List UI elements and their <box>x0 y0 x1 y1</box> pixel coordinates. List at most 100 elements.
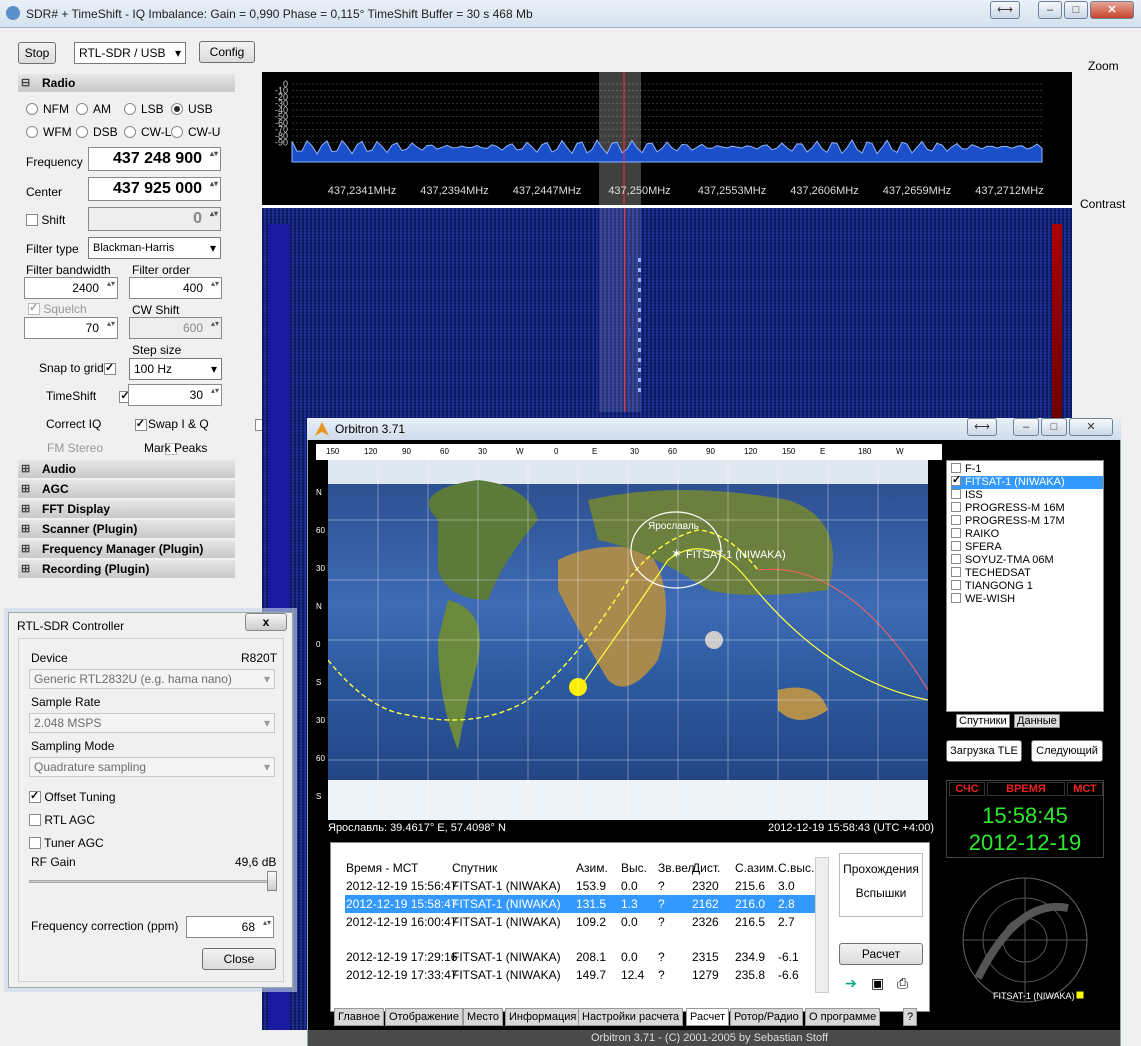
table-row-selected[interactable]: 2012-12-19 15:58:47 FITSAT-1 (NIWAKA) 131.… <box>345 895 815 913</box>
satellite-item[interactable]: WE-WISH <box>951 593 1015 606</box>
tab-about[interactable]: О программе <box>805 1008 881 1026</box>
filter-type-select[interactable]: Blackman-Harris <box>88 237 221 259</box>
filter-bandwidth-field[interactable]: 2400 <box>24 277 118 299</box>
table-row[interactable]: 2012-12-19 15:56:47 FITSAT-1 (NIWAKA) 153.… <box>345 877 815 895</box>
rf-gain-track <box>29 880 275 883</box>
orbitron-status: Orbitron 3.71 - (C) 2001-2005 by Sebasti… <box>308 1030 1120 1046</box>
satellite-item[interactable]: RAIKO <box>951 528 999 541</box>
passes-option[interactable]: Прохождения <box>840 854 922 876</box>
shift-checkbox[interactable]: Shift <box>26 213 65 227</box>
rf-gain-slider-thumb[interactable] <box>267 871 277 891</box>
satellite-item[interactable]: SOYUZ-TMA 06M <box>951 554 1054 567</box>
run-arrow-icon[interactable]: ➔ <box>845 975 857 992</box>
tab-help[interactable]: ? <box>903 1008 918 1026</box>
orbitron-restore-button[interactable]: ⟷ <box>967 418 997 436</box>
spectrum-display[interactable]: 0 -10 -20 -30 -40 -50 -60 -70 -80 -90 437,2341MHz… <box>262 72 1072 206</box>
calculate-button[interactable]: Расчет <box>839 943 923 965</box>
freq-correction-field[interactable]: 68 <box>186 916 274 938</box>
squelch-checkbox[interactable]: Squelch <box>28 301 87 316</box>
recording-section-header[interactable]: ⊞ Recording (Plugin) <box>18 560 235 578</box>
table-scrollbar[interactable] <box>815 857 829 993</box>
tab-main[interactable]: Главное <box>334 1008 385 1026</box>
clock-panel: СЧС ВРЕМЯ МСТ 15:58:45 2012-12-19 <box>946 780 1104 858</box>
agc-section-header[interactable]: ⊞ AGC <box>18 480 235 498</box>
satellite-item-selected[interactable]: FITSAT-1 (NIWAKA) <box>951 474 1103 489</box>
close-button-rtl[interactable]: Close <box>202 948 276 970</box>
save-icon[interactable]: ▣ <box>871 975 884 992</box>
fft-display-section-header[interactable]: ⊞ FFT Display <box>18 500 235 518</box>
sampling-mode-select[interactable]: Quadrature sampling <box>29 757 275 777</box>
frequency-manager-section-header[interactable]: ⊞ Frequency Manager (Plugin) <box>18 540 235 558</box>
orbitron-maximize-button[interactable]: □ <box>1041 418 1067 436</box>
mode-dsb[interactable]: DSB <box>76 125 118 139</box>
stop-button[interactable]: Stop <box>18 42 56 64</box>
tab-information[interactable]: Информация <box>505 1008 581 1026</box>
table-row[interactable]: 2012-12-19 16:00:47 FITSAT-1 (NIWAKA) 109.… <box>345 913 815 931</box>
offset-tuning-checkbox[interactable]: Offset Tuning <box>29 789 116 804</box>
filter-order-field[interactable]: 400 <box>129 277 222 299</box>
orbitron-close-button[interactable]: ✕ <box>1069 418 1113 436</box>
audio-section-header[interactable]: ⊞ Audio <box>18 460 235 478</box>
correct-iq-checkbox[interactable] <box>134 417 147 431</box>
tab-calc-settings[interactable]: Настройки расчета <box>578 1008 684 1026</box>
rtl-close-x[interactable]: x <box>245 613 287 631</box>
orbitron-minimize-button[interactable]: – <box>1013 418 1039 436</box>
center-field[interactable]: 437 925 000 <box>88 177 221 201</box>
tab-display[interactable]: Отображение <box>385 1008 463 1026</box>
print-icon[interactable]: ⎙ <box>897 975 908 992</box>
config-button[interactable]: Config <box>199 41 255 63</box>
clock-time: 15:58:45 <box>982 803 1068 828</box>
tuner-agc-checkbox[interactable]: Tuner AGC <box>29 836 104 850</box>
satellite-item[interactable]: ISS <box>951 489 983 502</box>
step-size-select[interactable]: 100 Hz <box>129 358 222 380</box>
close-button[interactable]: ✕ <box>1090 1 1134 19</box>
timeshift-field[interactable]: 30 <box>128 384 222 406</box>
device-select[interactable]: Generic RTL2832U (e.g. hama nano) <box>29 669 275 689</box>
contrast-bar <box>1052 224 1062 444</box>
mode-nfm[interactable]: NFM <box>26 102 69 116</box>
frequency-field[interactable]: 437 248 900 <box>88 147 221 171</box>
world-map[interactable]: Ярославль FITSAT-1 (NIWAKA) ✶ <box>327 460 929 820</box>
mode-lsb[interactable]: LSB <box>124 102 164 116</box>
tab-rotor-radio[interactable]: Ротор/Радио <box>730 1008 803 1026</box>
satellite-list[interactable]: F-1 FITSAT-1 (NIWAKA) ISS PROGRESS-M 16M… <box>946 460 1104 712</box>
flares-option[interactable]: Вспышки <box>840 876 922 900</box>
mode-cwl[interactable]: CW-L <box>124 125 171 139</box>
clock-label-msk[interactable]: МСТ <box>1067 782 1103 796</box>
tab-data[interactable]: Данные <box>1014 714 1060 728</box>
mode-am[interactable]: AM <box>76 102 111 116</box>
satellite-item[interactable]: PROGRESS-M 16M <box>951 502 1065 515</box>
passes-table[interactable]: Время - МСТ Спутник Азим. Выс. Зв.вел. Дист. С… <box>330 842 930 1012</box>
clock-label-time[interactable]: ВРЕМЯ <box>987 782 1065 796</box>
load-tle-button[interactable]: Загрузка TLE <box>946 740 1022 762</box>
cw-shift-field[interactable]: 600 <box>129 317 222 339</box>
satellite-item[interactable]: TECHEDSAT <box>951 567 1031 580</box>
squelch-field[interactable]: 70 <box>24 317 118 339</box>
sample-rate-select[interactable]: 2.048 MSPS <box>29 713 275 733</box>
maximize-button[interactable]: □ <box>1064 1 1088 19</box>
longitude-tick: 0 <box>554 447 559 456</box>
satellite-item[interactable]: PROGRESS-M 17M <box>951 515 1065 528</box>
mode-usb[interactable]: USB <box>171 102 213 116</box>
rtl-agc-checkbox[interactable]: RTL AGC <box>29 813 95 827</box>
tab-calculation[interactable]: Расчет <box>686 1008 729 1026</box>
snap-to-grid-checkbox[interactable] <box>104 361 116 375</box>
tab-satellites[interactable]: Спутники <box>956 714 1010 728</box>
shift-field[interactable]: 0 <box>88 207 221 231</box>
scanner-section-header[interactable]: ⊞ Scanner (Plugin) <box>18 520 235 538</box>
next-button[interactable]: Следующий <box>1031 740 1103 762</box>
mode-wfm[interactable]: WFM <box>26 125 72 139</box>
radio-section-header[interactable]: ⊟ Radio <box>18 74 235 92</box>
mode-cwu[interactable]: CW-U <box>171 125 220 139</box>
minimize-button[interactable]: – <box>1038 1 1062 19</box>
clock-label-local[interactable]: СЧС <box>949 782 985 796</box>
table-row[interactable]: 2012-12-19 17:29:16 FITSAT-1 (NIWAKA) 208.… <box>345 948 815 966</box>
satellite-item[interactable]: TIANGONG 1 <box>951 580 1033 593</box>
satellite-item[interactable]: SFERA <box>951 541 1002 554</box>
restore-size-button[interactable]: ⟷ <box>990 1 1020 19</box>
table-row[interactable]: 2012-12-19 17:33:47 FITSAT-1 (NIWAKA) 149.… <box>345 966 815 984</box>
source-select[interactable]: RTL-SDR / USB <box>74 42 186 64</box>
frequency-tick-label: 437,2553MHz <box>698 185 767 197</box>
radar-satellite-label: FITSAT-1 (NIWAKA) <box>993 991 1075 1001</box>
tab-location[interactable]: Место <box>463 1008 503 1026</box>
